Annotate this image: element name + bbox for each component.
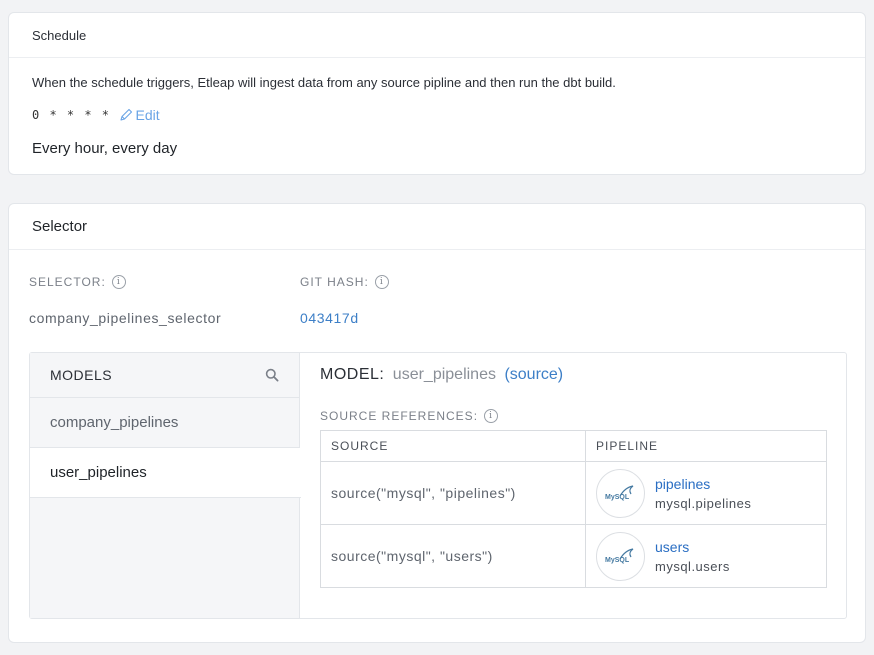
info-icon[interactable]: i — [111, 275, 126, 289]
table-row: source("mysql", "pipelines") MySQL pipel… — [320, 461, 827, 525]
cron-expression: 0 * * * * — [32, 108, 111, 122]
schedule-cron-row: 0 * * * * Edit — [32, 107, 160, 123]
pipeline-link[interactable]: pipelines — [655, 476, 751, 492]
selector-value: company_pipelines_selector — [29, 310, 222, 326]
pencil-icon — [119, 108, 132, 121]
schedule-title: Schedule — [32, 27, 87, 43]
schedule-card: Schedule When the schedule triggers, Etl… — [8, 12, 866, 175]
source-references-table: SOURCE PIPELINE source("mysql", "pipelin… — [320, 430, 827, 588]
column-header-pipeline: PIPELINE — [585, 430, 827, 462]
models-header: MODELS — [30, 353, 299, 398]
model-source-link[interactable]: (source) — [504, 366, 563, 383]
svg-text:MySQL: MySQL — [605, 494, 630, 501]
table-row: source("mysql", "users") MySQL users mys… — [320, 524, 827, 588]
model-item-company-pipelines[interactable]: company_pipelines — [30, 398, 299, 448]
source-cell: source("mysql", "pipelines") — [320, 461, 586, 525]
git-hash-link[interactable]: 043417d — [300, 310, 359, 326]
model-title: MODEL: user_pipelines (source) — [320, 366, 563, 384]
schedule-header: Schedule — [9, 13, 865, 58]
pipeline-table: mysql.pipelines — [655, 495, 752, 511]
selector-title: Selector — [32, 218, 88, 235]
search-icon[interactable] — [265, 368, 279, 382]
svg-text:MySQL: MySQL — [605, 557, 630, 564]
selector-label-text: SELECTOR: — [29, 275, 106, 289]
schedule-description: When the schedule triggers, Etleap will … — [32, 75, 616, 90]
model-name: user_pipelines — [392, 366, 496, 383]
selector-label: SELECTOR: i — [29, 275, 126, 289]
info-icon[interactable]: i — [484, 409, 499, 423]
selector-card: Selector SELECTOR: i GIT HASH: i company… — [8, 203, 866, 643]
models-panel: MODELS company_pipelines user_pipelines … — [29, 352, 847, 619]
source-references-label: SOURCE REFERENCES: i — [320, 409, 499, 423]
mysql-logo-icon: MySQL — [596, 531, 645, 581]
models-header-label: MODELS — [50, 367, 113, 383]
pipeline-link[interactable]: users — [655, 539, 730, 555]
pipeline-table: mysql.users — [655, 558, 730, 574]
pipeline-cell: MySQL users mysql.users — [585, 524, 827, 588]
info-icon[interactable]: i — [374, 275, 389, 289]
edit-label: Edit — [135, 107, 160, 123]
column-header-source: SOURCE — [320, 430, 586, 462]
mysql-logo-text-my: MySQL — [605, 494, 630, 501]
models-list: MODELS company_pipelines user_pipelines — [30, 353, 301, 618]
selector-header: Selector — [9, 204, 865, 250]
git-hash-label: GIT HASH: i — [300, 275, 389, 289]
schedule-human-readable: Every hour, every day — [32, 140, 178, 157]
edit-schedule-link[interactable]: Edit — [119, 107, 160, 123]
pipeline-cell: MySQL pipelines mysql.pipelines — [585, 461, 827, 525]
model-item-user-pipelines[interactable]: user_pipelines — [30, 448, 301, 498]
git-hash-label-text: GIT HASH: — [300, 275, 369, 289]
table-header-row: SOURCE PIPELINE — [320, 430, 827, 462]
model-label: MODEL: — [320, 366, 385, 383]
source-references-label-text: SOURCE REFERENCES: — [320, 409, 479, 423]
mysql-logo-icon: MySQL — [596, 468, 645, 518]
source-cell: source("mysql", "users") — [320, 524, 586, 588]
mysql-logo-text-my: MySQL — [605, 557, 630, 564]
